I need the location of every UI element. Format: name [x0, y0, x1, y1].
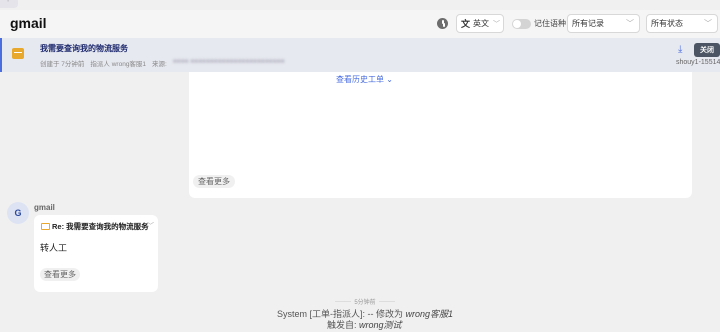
mail-icon [41, 223, 50, 230]
chevron-down-icon: ﹀ [493, 20, 501, 28]
top-bar: gmail 文 英文 ﹀ 记住语种 所有记录 ﹀ 所有状态 ﹀ [0, 10, 720, 38]
reply-body: 转人工 [40, 243, 68, 253]
system-event-value: wrong客服1 [405, 309, 454, 319]
reply-subject: Re: 我需要查询我的物流服务 [52, 222, 149, 231]
event-time: 5分钟前 [354, 299, 376, 306]
ticket-banner: 我需要查询我的物流服务 创建于 7分钟前 指派人 wrong客服1 来源: ■■… [0, 38, 720, 72]
translate-icon: 文 [461, 19, 471, 29]
trigger-value: wrong测试 [359, 320, 402, 330]
ticket-created: 创建于 7分钟前 [40, 61, 85, 68]
event-timestamp: 5分钟前 [330, 297, 400, 306]
page-title: gmail [10, 15, 47, 31]
trigger-event: 触发自: wrong测试 [327, 318, 402, 331]
remember-language-label: 记住语种 [534, 19, 566, 28]
clock-icon[interactable] [437, 18, 448, 29]
sender-name: gmail [34, 203, 55, 212]
download-icon[interactable]: ⤓ [678, 45, 688, 55]
ticket-source-label: 来源: [152, 61, 167, 68]
remember-language-toggle[interactable] [512, 19, 531, 29]
language-value: 英文 [473, 19, 490, 28]
chevron-down-icon[interactable]: ﹀ [147, 221, 154, 231]
view-history-tickets-link[interactable]: 查看历史工单 ⌄ [336, 74, 393, 85]
status-filter-select[interactable]: 所有状态 ﹀ [646, 14, 718, 33]
chevron-down-icon: ﹀ [626, 19, 634, 28]
records-filter-select[interactable]: 所有记录 ﹀ [567, 14, 640, 33]
ticket-meta: 创建于 7分钟前 指派人 wrong客服1 来源: ■■■■ ■■■■■■■■■… [40, 58, 285, 68]
records-filter-value: 所有记录 [572, 19, 604, 28]
avatar: G [7, 202, 29, 224]
language-select[interactable]: 文 英文 ﹀ [456, 14, 504, 33]
chevron-down-icon: ⌄ [386, 75, 393, 84]
user-id: shouy1-15514 [676, 59, 720, 66]
ticket-subject[interactable]: 我需要查询我的物流服务 [40, 43, 128, 54]
status-filter-value: 所有状态 [651, 19, 683, 28]
chevron-down-icon: ﹀ [704, 19, 712, 28]
reply-card: Re: 我需要查询我的物流服务 ﹀ 转人工 查看更多 [34, 215, 158, 292]
ticket-assignee: 指派人 wrong客服1 [90, 61, 147, 68]
ticket-icon [12, 48, 24, 59]
view-more-button[interactable]: 查看更多 [40, 268, 80, 281]
view-more-button[interactable]: 查看更多 [193, 175, 235, 188]
message-card: 查看历史工单 ⌄ 查看更多 [189, 72, 692, 198]
trigger-prefix: 触发自: [327, 320, 357, 330]
ticket-source-redacted: ■■■■ ■■■■■■■■■■■■■■■■■■■■■■■■ [172, 58, 285, 65]
history-link-label: 查看历史工单 [336, 75, 384, 84]
close-ticket-button[interactable]: 关闭 [694, 43, 720, 57]
corner-tab[interactable]: + [0, 0, 18, 8]
